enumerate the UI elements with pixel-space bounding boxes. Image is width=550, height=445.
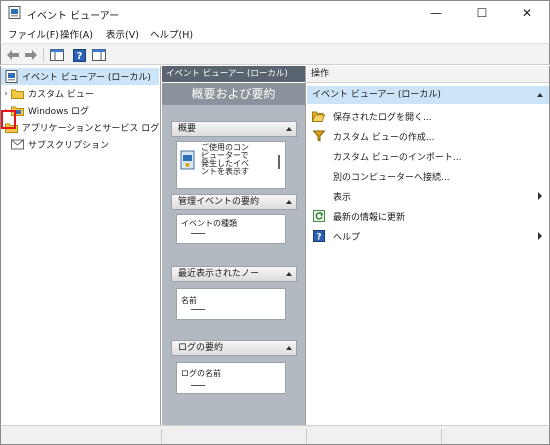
- tree-item-applications-and-services-logs[interactable]: › アプリケーションとサービス ログ: [1, 119, 159, 136]
- toolbar-separator: [43, 48, 44, 62]
- window-title: イベント ビューアー: [27, 11, 120, 22]
- admin-events-summary-box: イベントの種類: [176, 214, 286, 244]
- status-separator: [441, 429, 442, 443]
- collapse-icon: [286, 200, 292, 204]
- title-bar: イベント ビューアー — ☐ ✕: [0, 0, 550, 24]
- column-header-name[interactable]: 名前: [181, 295, 197, 306]
- event-viewer-app-icon: [8, 6, 21, 19]
- collapse-icon: [537, 93, 543, 97]
- action-open-saved-log[interactable]: 保存されたログを開く...: [307, 106, 549, 126]
- center-pane: イベント ビューアー (ローカル) 概要および要約 概要 ご使用のコン ピュータ…: [162, 66, 306, 425]
- scroll-thumb[interactable]: [278, 155, 280, 169]
- column-header-log-name[interactable]: ログの名前: [181, 368, 221, 379]
- status-separator: [306, 429, 307, 443]
- subscriptions-icon: [11, 138, 24, 151]
- folder-open-icon: [312, 110, 325, 123]
- center-pane-header: イベント ビューアー (ローカル): [162, 66, 305, 82]
- recently-viewed-nodes-section: 最近表示されたノー 名前: [171, 266, 297, 326]
- overview-section-header[interactable]: 概要: [171, 121, 297, 137]
- status-bar: [0, 425, 550, 445]
- help-icon: ?: [312, 230, 325, 243]
- log-summary-box: ログの名前: [176, 362, 286, 394]
- log-summary-section: ログの要約 ログの名前: [171, 340, 297, 400]
- forward-icon[interactable]: [23, 47, 39, 63]
- svg-text:?: ?: [316, 233, 321, 243]
- show-hide-console-tree-icon[interactable]: [49, 47, 65, 63]
- admin-events-summary-header[interactable]: 管理イベントの要約: [171, 194, 297, 210]
- action-help[interactable]: ? ヘルプ: [307, 226, 549, 246]
- action-import-custom-view[interactable]: カスタム ビューのインポート...: [307, 146, 549, 166]
- maximize-button[interactable]: ☐: [459, 1, 505, 25]
- menu-file[interactable]: ファイル(F): [8, 27, 59, 41]
- tree-item-subscriptions[interactable]: サブスクリプション: [1, 136, 159, 153]
- chevron-right-icon[interactable]: ›: [1, 85, 11, 102]
- tree-item-custom-views[interactable]: › カスタム ビュー: [1, 85, 159, 102]
- menu-view[interactable]: 表示(V): [106, 27, 139, 41]
- collapse-icon: [286, 127, 292, 131]
- submenu-arrow-icon: [538, 192, 542, 200]
- overview-section: 概要 ご使用のコン ピューターで 発生したイベ ントを表示す: [171, 121, 297, 189]
- menu-bar: ファイル(F) 操作(A) 表示(V) ヘルプ(H): [0, 24, 550, 43]
- event-log-icon: [180, 150, 196, 170]
- overview-box: ご使用のコン ピューターで 発生したイベ ントを表示す: [176, 141, 286, 189]
- overview-body: 概要 ご使用のコン ピューターで 発生したイベ ントを表示す 管理イベントの要約: [162, 105, 305, 425]
- close-button[interactable]: ✕: [504, 1, 550, 25]
- minimize-button[interactable]: —: [413, 1, 459, 25]
- menu-help[interactable]: ヘルプ(H): [150, 27, 193, 41]
- highlight-box: [1, 110, 16, 129]
- filter-icon: [312, 130, 325, 143]
- recently-viewed-nodes-header[interactable]: 最近表示されたノー: [171, 266, 297, 282]
- folder-icon: [11, 87, 24, 100]
- svg-text:?: ?: [76, 51, 82, 62]
- action-create-custom-view[interactable]: カスタム ビューの作成...: [307, 126, 549, 146]
- log-summary-header[interactable]: ログの要約: [171, 340, 297, 356]
- status-separator: [161, 429, 162, 443]
- collapse-icon: [286, 272, 292, 276]
- submenu-arrow-icon: [538, 232, 542, 240]
- back-icon[interactable]: [5, 47, 21, 63]
- action-refresh[interactable]: 最新の情報に更新: [307, 206, 549, 226]
- show-hide-action-pane-icon[interactable]: [91, 47, 107, 63]
- collapse-icon: [286, 346, 292, 350]
- recently-viewed-nodes-box: 名前: [176, 288, 286, 320]
- refresh-icon: [312, 210, 325, 223]
- action-connect-to-another-computer[interactable]: 別のコンピューターへ接続...: [307, 166, 549, 186]
- help-icon[interactable]: ?: [71, 47, 87, 63]
- column-header-event-type[interactable]: イベントの種類: [181, 218, 237, 229]
- actions-pane: 操作 イベント ビューアー (ローカル) 保存されたログを開く... カスタム …: [307, 66, 550, 425]
- actions-header: 操作: [307, 66, 549, 83]
- actions-section-header[interactable]: イベント ビューアー (ローカル): [307, 86, 549, 104]
- toolbar: ?: [0, 43, 550, 65]
- tree-item-windows-logs[interactable]: › Windows ログ: [1, 102, 159, 119]
- menu-action[interactable]: 操作(A): [60, 27, 93, 41]
- overview-title: 概要および要約: [162, 83, 305, 105]
- admin-events-summary-section: 管理イベントの要約 イベントの種類: [171, 194, 297, 254]
- tree-item-event-viewer-local[interactable]: イベント ビューアー (ローカル): [1, 68, 159, 85]
- event-viewer-icon: [5, 70, 18, 83]
- console-tree: イベント ビューアー (ローカル) › カスタム ビュー › Windows ロ…: [0, 66, 161, 425]
- overview-text: ご使用のコン ピューターで 発生したイベ ントを表示す: [201, 143, 249, 176]
- action-view[interactable]: 表示: [307, 186, 549, 206]
